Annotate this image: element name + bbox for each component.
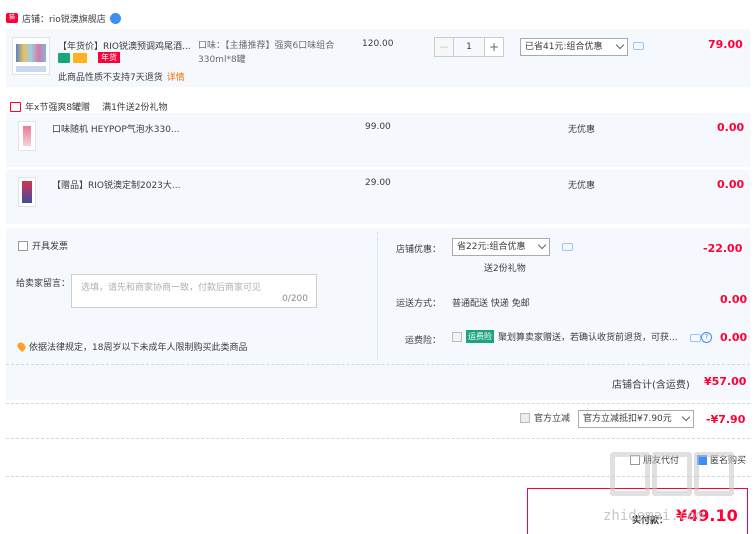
wangwang-icon[interactable]: [109, 12, 121, 24]
shop-header: 猫 店铺：rio锐澳旗舰店: [6, 11, 121, 25]
gift-item-subtotal: 0.00: [717, 121, 745, 134]
watermark-glyph: [652, 452, 692, 496]
insurance-badge: 运费险: [466, 330, 494, 343]
location-pin-icon: [15, 340, 28, 352]
gift-section-title: 年x节强爽8罐赠: [25, 103, 91, 113]
official-discount-row: 官方立减: [520, 411, 570, 424]
no-return-text: 此商品性质不支持7天退货: [58, 73, 163, 83]
official-discount-checkbox[interactable]: [520, 412, 530, 423]
official-discount-select-value: 官方立减抵扣¥7.90元: [583, 414, 672, 424]
gift-item-thumbnail[interactable]: [18, 121, 36, 151]
main-item-thumbnail[interactable]: [12, 37, 50, 75]
no-return-note: 此商品性质不支持7天退货 详情: [58, 70, 185, 83]
main-item-unit-price: 120.00: [362, 39, 394, 49]
gift-item-title[interactable]: 【赠品】RIO锐澳定制2023大...: [52, 178, 182, 191]
item-discount-select[interactable]: 已省41元:组合优惠: [520, 38, 628, 56]
watermark-glyph: [610, 452, 650, 496]
gift-item-thumbnail[interactable]: [18, 177, 36, 207]
chat-icon[interactable]: [562, 243, 573, 251]
chat-icon[interactable]: [690, 334, 701, 342]
insurance-row: 运费险 聚划算卖家赠送，若确认收货前退货，可获...: [452, 330, 692, 343]
insurance-text: 聚划算卖家赠送，若确认收货前退货，可获...: [498, 333, 678, 343]
insurance-amount: 0.00: [720, 331, 748, 344]
legal-note-bar: 依据法律规定，18周岁以下未成年人限制购买此类商品: [10, 332, 368, 360]
order-options-panel: [6, 228, 750, 400]
chevron-down-icon: [681, 412, 691, 422]
message-counter: 0/200: [282, 294, 308, 304]
shipping-amount: 0.00: [720, 293, 748, 306]
options-divider: [377, 232, 378, 360]
shop-discount-select[interactable]: 省22元:组合优惠: [452, 238, 550, 256]
tmall-icon: 猫: [6, 13, 18, 23]
gift-section-subtitle: 满1件送2份礼物: [102, 103, 168, 113]
legal-note-text: 依据法律规定，18周岁以下未成年人限制购买此类商品: [29, 342, 248, 353]
gift-item-title[interactable]: 口味随机 HEYPOP气泡水330...: [52, 122, 182, 135]
help-icon[interactable]: ?: [701, 332, 712, 343]
bottom-divider: [6, 438, 750, 439]
message-label: 给卖家留言：: [16, 279, 71, 289]
invoice-checkbox[interactable]: [18, 240, 28, 251]
chevron-down-icon: [615, 40, 625, 50]
insurance-checkbox[interactable]: [452, 331, 462, 342]
quantity-stepper: − 1 +: [434, 37, 504, 57]
detail-link[interactable]: 详情: [167, 70, 185, 83]
shop-total-divider: [6, 364, 750, 365]
card-badge-icon: [73, 52, 87, 63]
watermark-text: zhidemai.com: [603, 508, 705, 524]
shop-gift-note: 送2份礼物: [484, 264, 526, 274]
watermark-glyph: [694, 452, 734, 496]
quantity-input[interactable]: 1: [454, 37, 484, 57]
shop-name-link[interactable]: 店铺：rio锐澳旗舰店: [22, 12, 106, 25]
shipping-value: 普通配送 快递 免邮: [452, 299, 530, 309]
green-badge-icon: [58, 52, 70, 63]
gift-item-discount: 无优惠: [568, 125, 596, 135]
gift-item-price: 29.00: [365, 178, 391, 188]
gift-section-header: 年x节强爽8罐赠 满1件送2份礼物: [10, 100, 168, 113]
watermark-logo: [610, 452, 734, 496]
invoice-label: 开具发票: [32, 242, 69, 252]
year-badge: 年货: [98, 52, 120, 63]
item-discount-select-value: 已省41元:组合优惠: [525, 42, 603, 52]
gift-item-subtotal: 0.00: [717, 178, 745, 191]
item-badges: 年货: [58, 52, 120, 63]
gift-icon: [10, 101, 21, 112]
shop-total-amount: ¥57.00: [704, 375, 747, 388]
chevron-down-icon: [537, 240, 547, 250]
invoice-option: 开具发票: [18, 239, 68, 252]
shop-discount-select-value: 省22元:组合优惠: [457, 242, 526, 252]
gift-item-discount: 无优惠: [568, 181, 596, 191]
official-divider: [6, 403, 750, 404]
main-item-subtotal: 79.00: [708, 38, 743, 51]
official-discount-label: 官方立减: [534, 414, 571, 424]
quantity-plus-button[interactable]: +: [484, 37, 504, 57]
gift-item-price: 99.00: [365, 122, 391, 132]
official-discount-amount: -¥7.90: [706, 413, 746, 426]
shop-discount-amount: -22.00: [703, 242, 743, 255]
message-placeholder: 选填，请先和商家协商一致，付款后商家可见: [81, 283, 262, 293]
message-textarea[interactable]: 选填，请先和商家协商一致，付款后商家可见 0/200: [71, 274, 317, 308]
official-discount-select[interactable]: 官方立减抵扣¥7.90元: [578, 410, 694, 428]
quantity-minus-button[interactable]: −: [434, 37, 454, 57]
shop-total-label: 店铺合计(含运费): [612, 380, 690, 391]
chat-icon[interactable]: [633, 42, 644, 50]
main-item-spec: 口味：【主播推荐】强爽6口味组合330ml*8罐: [198, 41, 335, 65]
main-item-title[interactable]: 【年货价】RIO锐澳预调鸡尾酒...: [58, 39, 194, 52]
shop-discount-label: 店铺优惠：: [396, 245, 442, 255]
shipping-label: 运送方式：: [396, 299, 442, 309]
insurance-label: 运费险：: [405, 336, 442, 346]
